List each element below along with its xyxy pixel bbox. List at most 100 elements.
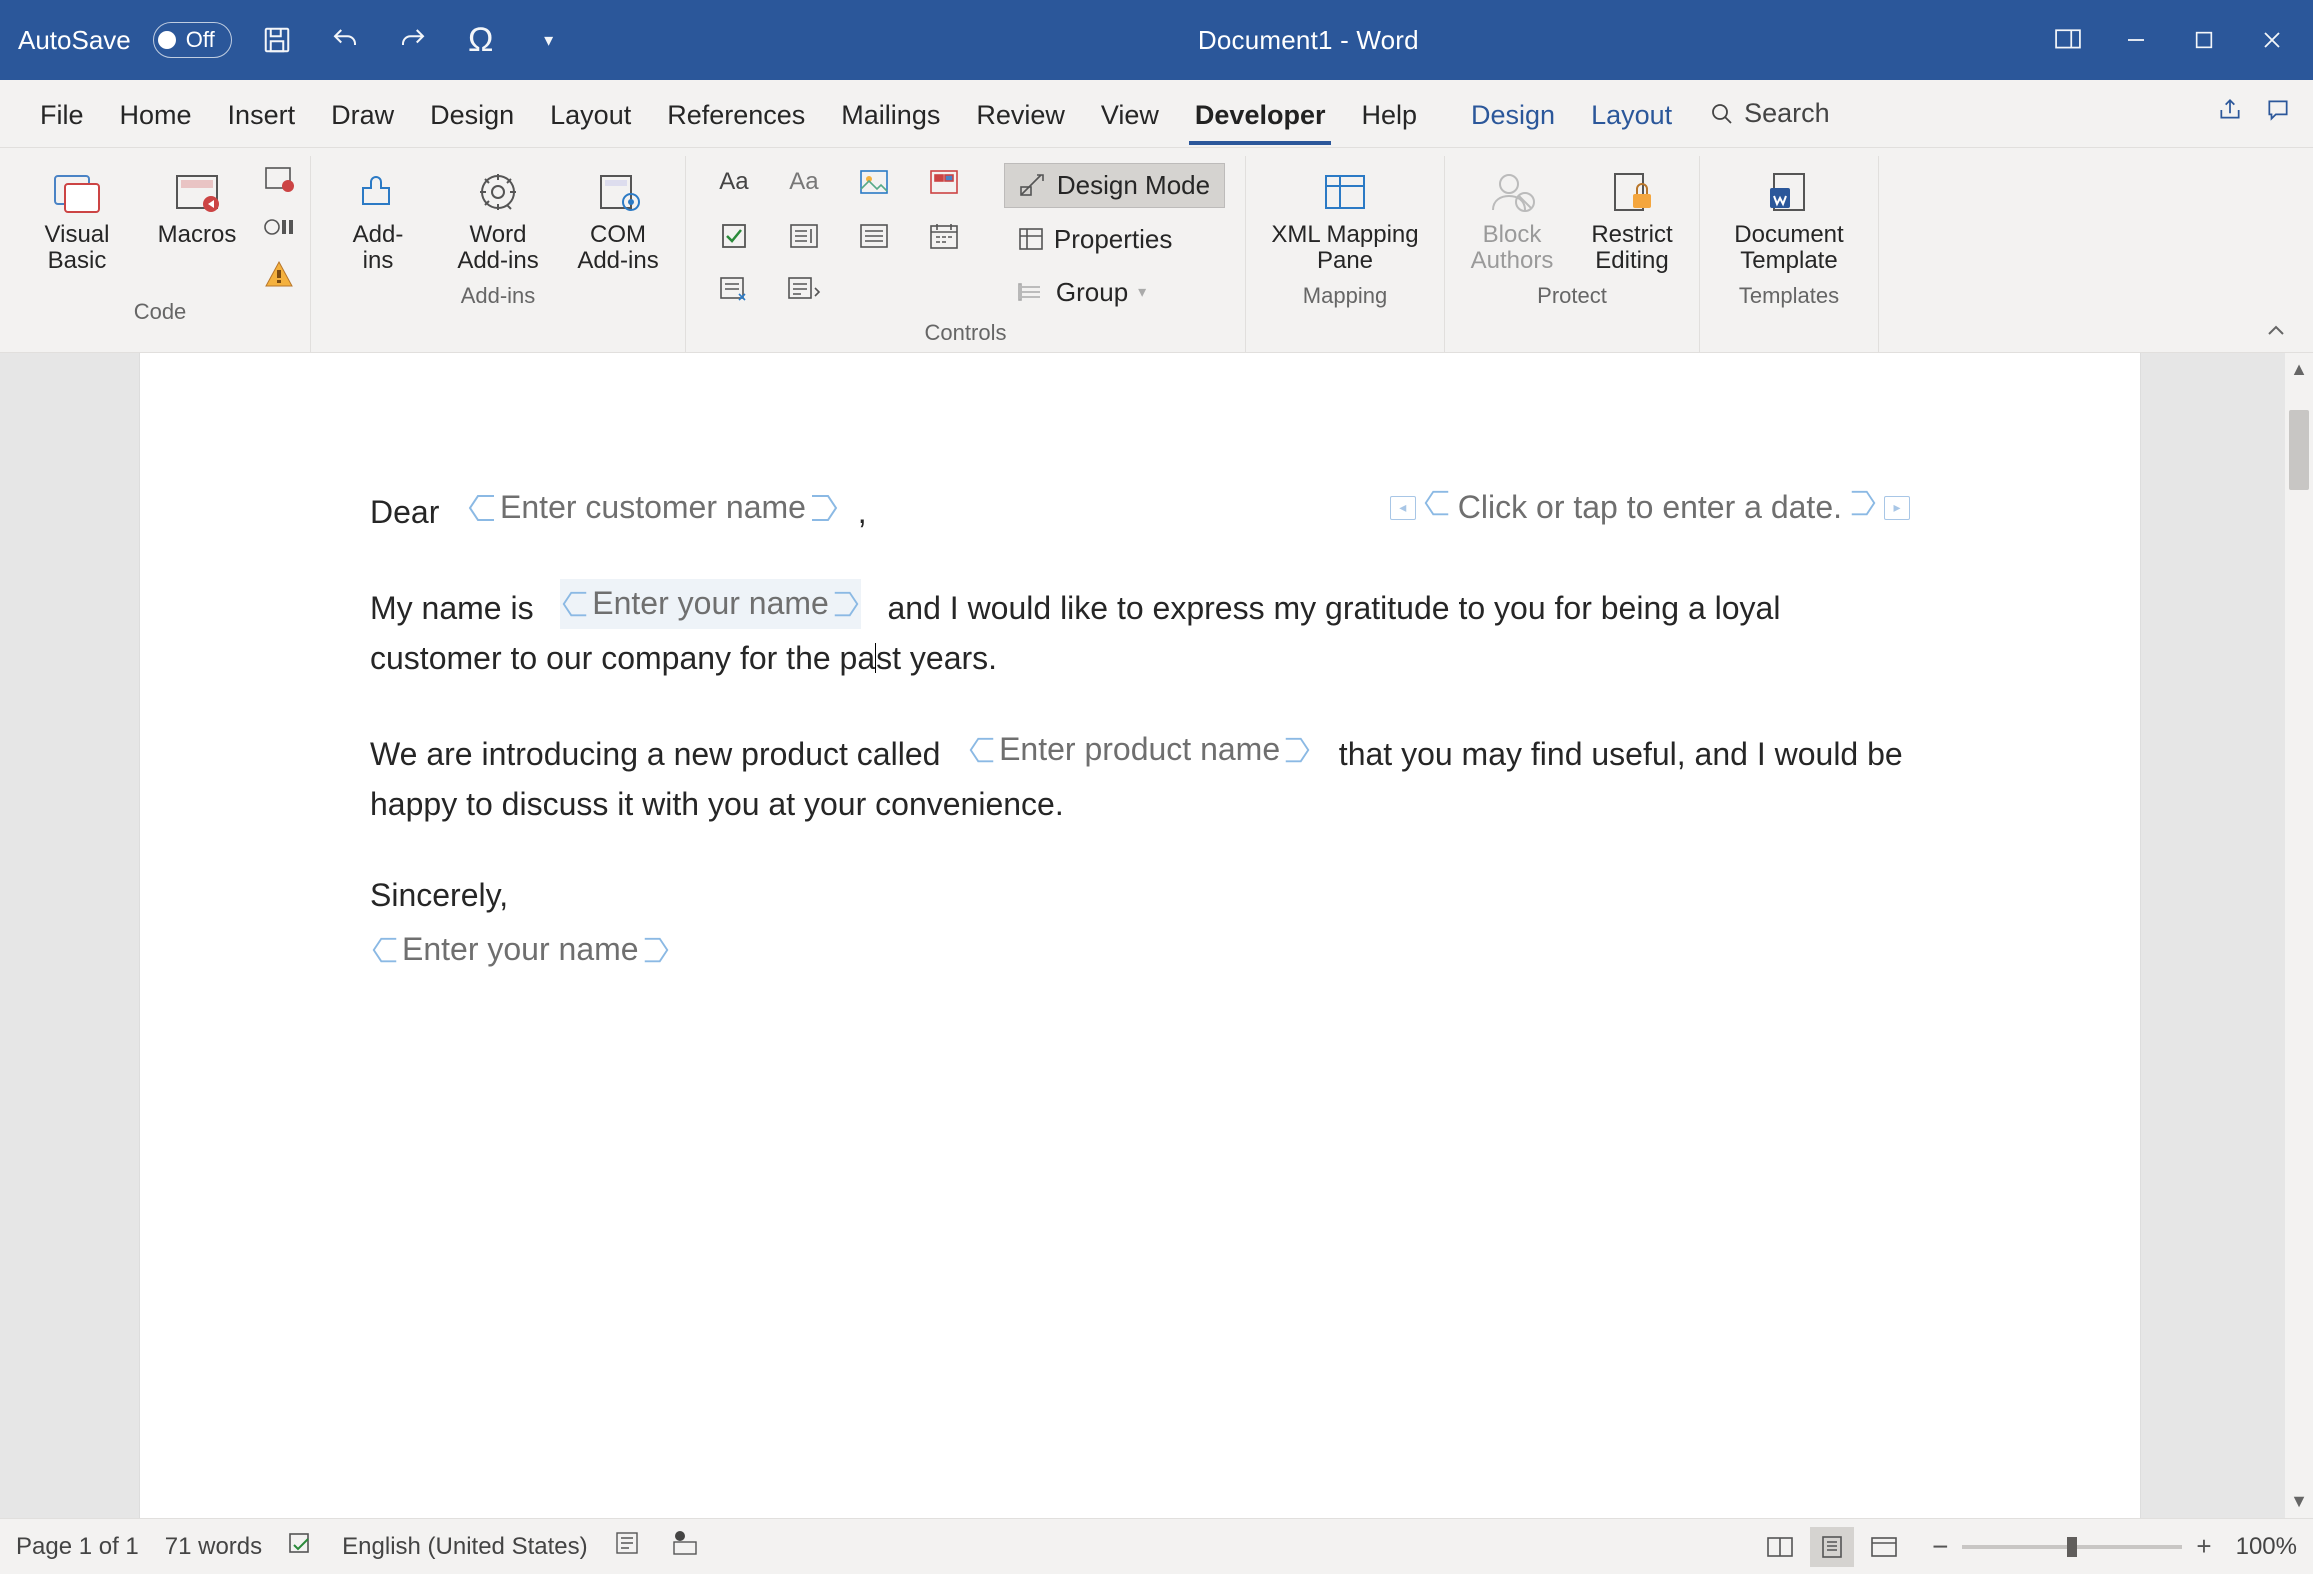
word-addins-button[interactable]: Word Add-ins bbox=[445, 162, 551, 277]
scroll-thumb[interactable] bbox=[2289, 410, 2309, 490]
dropdown-control-icon[interactable] bbox=[846, 216, 902, 256]
left-margin bbox=[0, 353, 140, 1518]
paragraph-greeting: Dear Enter customer name , ◂ Click or ta… bbox=[370, 483, 1910, 537]
tab-draw[interactable]: Draw bbox=[313, 86, 412, 141]
cc-close-bracket-icon bbox=[808, 493, 840, 523]
status-wordcount[interactable]: 71 words bbox=[165, 1533, 262, 1561]
design-mode-button[interactable]: Design Mode bbox=[1004, 163, 1225, 208]
undo-icon[interactable] bbox=[322, 18, 368, 62]
repeating-control-icon[interactable] bbox=[706, 270, 762, 310]
collapse-ribbon-icon[interactable] bbox=[2249, 156, 2303, 352]
minimize-icon[interactable] bbox=[2113, 18, 2159, 62]
print-layout-icon[interactable] bbox=[1810, 1527, 1854, 1567]
record-macro-icon[interactable] bbox=[264, 166, 296, 199]
addins-icon bbox=[350, 168, 406, 216]
title-bar: AutoSave Off Ω ▾ Document1 - Word bbox=[0, 0, 2313, 80]
group-protect-label: Protect bbox=[1537, 283, 1607, 309]
spellcheck-icon[interactable] bbox=[288, 1531, 316, 1562]
content-control-date[interactable]: ◂ Click or tap to enter a date. ▸ bbox=[1390, 483, 1910, 533]
buildingblock-control-icon[interactable] bbox=[916, 162, 972, 202]
tab-contextual-design[interactable]: Design bbox=[1453, 86, 1573, 141]
block-authors-button[interactable]: Block Authors bbox=[1459, 162, 1565, 277]
autosave-toggle[interactable]: Off bbox=[153, 22, 232, 58]
zoom-level[interactable]: 100% bbox=[2236, 1533, 2297, 1561]
visual-basic-button[interactable]: Visual Basic bbox=[24, 162, 130, 277]
design-mode-icon bbox=[1019, 173, 1047, 197]
group-templates-label: Templates bbox=[1739, 283, 1839, 309]
group-mapping-label: Mapping bbox=[1303, 283, 1387, 309]
tab-references[interactable]: References bbox=[649, 86, 823, 141]
pause-macro-icon[interactable] bbox=[264, 215, 296, 244]
content-control-signature-name[interactable]: Enter your name bbox=[370, 925, 671, 975]
accessibility-icon[interactable] bbox=[614, 1530, 640, 1563]
xml-mapping-label: XML Mapping Pane bbox=[1271, 222, 1418, 275]
cc-open-bracket-icon bbox=[560, 589, 590, 619]
plaintext-control-icon[interactable]: Aa bbox=[776, 162, 832, 202]
comments-icon[interactable] bbox=[2265, 97, 2291, 130]
macro-indicator-icon[interactable] bbox=[670, 1528, 700, 1565]
cc-prev-icon[interactable]: ◂ bbox=[1390, 496, 1416, 520]
com-addins-button[interactable]: COM Add-ins bbox=[565, 162, 671, 277]
document-template-button[interactable]: Document Template bbox=[1714, 162, 1864, 277]
tab-insert[interactable]: Insert bbox=[210, 86, 314, 141]
richtext-control-icon[interactable]: Aa bbox=[706, 162, 762, 202]
addins-button[interactable]: Add- ins bbox=[325, 162, 431, 277]
vertical-scrollbar[interactable]: ▲ ▼ bbox=[2285, 353, 2313, 1518]
maximize-icon[interactable] bbox=[2181, 18, 2227, 62]
document-page[interactable]: Dear Enter customer name , ◂ Click or ta… bbox=[140, 353, 2140, 1518]
content-control-customer-name[interactable]: Enter customer name bbox=[466, 483, 840, 533]
qat-customize-icon[interactable]: ▾ bbox=[526, 18, 572, 62]
properties-icon bbox=[1018, 227, 1044, 251]
tab-view[interactable]: View bbox=[1083, 86, 1177, 141]
properties-button[interactable]: Properties bbox=[1004, 218, 1225, 261]
zoom-controls: − + 100% bbox=[1932, 1531, 2297, 1563]
tab-review[interactable]: Review bbox=[958, 86, 1083, 141]
tab-design[interactable]: Design bbox=[412, 86, 532, 141]
tab-help[interactable]: Help bbox=[1343, 86, 1435, 141]
xml-mapping-button[interactable]: XML Mapping Pane bbox=[1260, 162, 1430, 277]
chevron-down-icon: ▾ bbox=[1138, 282, 1146, 302]
window-controls bbox=[2045, 18, 2295, 62]
save-icon[interactable] bbox=[254, 18, 300, 62]
cc-open-bracket-icon bbox=[370, 935, 400, 965]
restrict-editing-button[interactable]: Restrict Editing bbox=[1579, 162, 1685, 277]
close-icon[interactable] bbox=[2249, 18, 2295, 62]
status-page[interactable]: Page 1 of 1 bbox=[16, 1533, 139, 1561]
share-icon[interactable] bbox=[2217, 97, 2243, 130]
zoom-knob[interactable] bbox=[2067, 1537, 2077, 1557]
text-p3a: We are introducing a new product called bbox=[370, 736, 940, 772]
scroll-down-icon[interactable]: ▼ bbox=[2290, 1491, 2308, 1512]
checkbox-control-icon[interactable] bbox=[706, 216, 762, 256]
macros-button[interactable]: Macros bbox=[144, 162, 250, 250]
tab-file[interactable]: File bbox=[22, 86, 102, 141]
text-comma: , bbox=[858, 494, 867, 530]
text-dear: Dear bbox=[370, 494, 439, 530]
macro-security-icon[interactable] bbox=[264, 260, 296, 293]
paragraph-intro: My name is Enter your name and I would l… bbox=[370, 579, 1910, 683]
tab-contextual-layout[interactable]: Layout bbox=[1573, 86, 1690, 141]
status-language[interactable]: English (United States) bbox=[342, 1533, 587, 1561]
combobox-control-icon[interactable] bbox=[776, 216, 832, 256]
omega-icon[interactable]: Ω bbox=[458, 18, 504, 62]
read-mode-icon[interactable] bbox=[1758, 1527, 1802, 1567]
legacy-tools-icon[interactable] bbox=[776, 270, 832, 310]
scroll-up-icon[interactable]: ▲ bbox=[2290, 359, 2308, 380]
content-control-your-name[interactable]: Enter your name bbox=[560, 579, 861, 629]
cc-close-bracket-icon bbox=[1282, 735, 1312, 765]
web-layout-icon[interactable] bbox=[1862, 1527, 1906, 1567]
tab-developer[interactable]: Developer bbox=[1177, 86, 1344, 141]
zoom-slider[interactable] bbox=[1962, 1545, 2182, 1549]
tab-mailings[interactable]: Mailings bbox=[823, 86, 958, 141]
datepicker-control-icon[interactable] bbox=[916, 216, 972, 256]
zoom-out-button[interactable]: − bbox=[1932, 1531, 1948, 1563]
content-control-product-name[interactable]: Enter product name bbox=[967, 725, 1312, 775]
ribbon-display-icon[interactable] bbox=[2045, 18, 2091, 62]
group-button[interactable]: Group ▾ bbox=[1004, 271, 1225, 314]
zoom-in-button[interactable]: + bbox=[2196, 1531, 2211, 1562]
cc-next-icon[interactable]: ▸ bbox=[1884, 496, 1910, 520]
tab-home[interactable]: Home bbox=[102, 86, 210, 141]
picture-control-icon[interactable] bbox=[846, 162, 902, 202]
tab-layout[interactable]: Layout bbox=[532, 86, 649, 141]
redo-icon[interactable] bbox=[390, 18, 436, 62]
search-box[interactable]: Search bbox=[1710, 98, 1830, 129]
